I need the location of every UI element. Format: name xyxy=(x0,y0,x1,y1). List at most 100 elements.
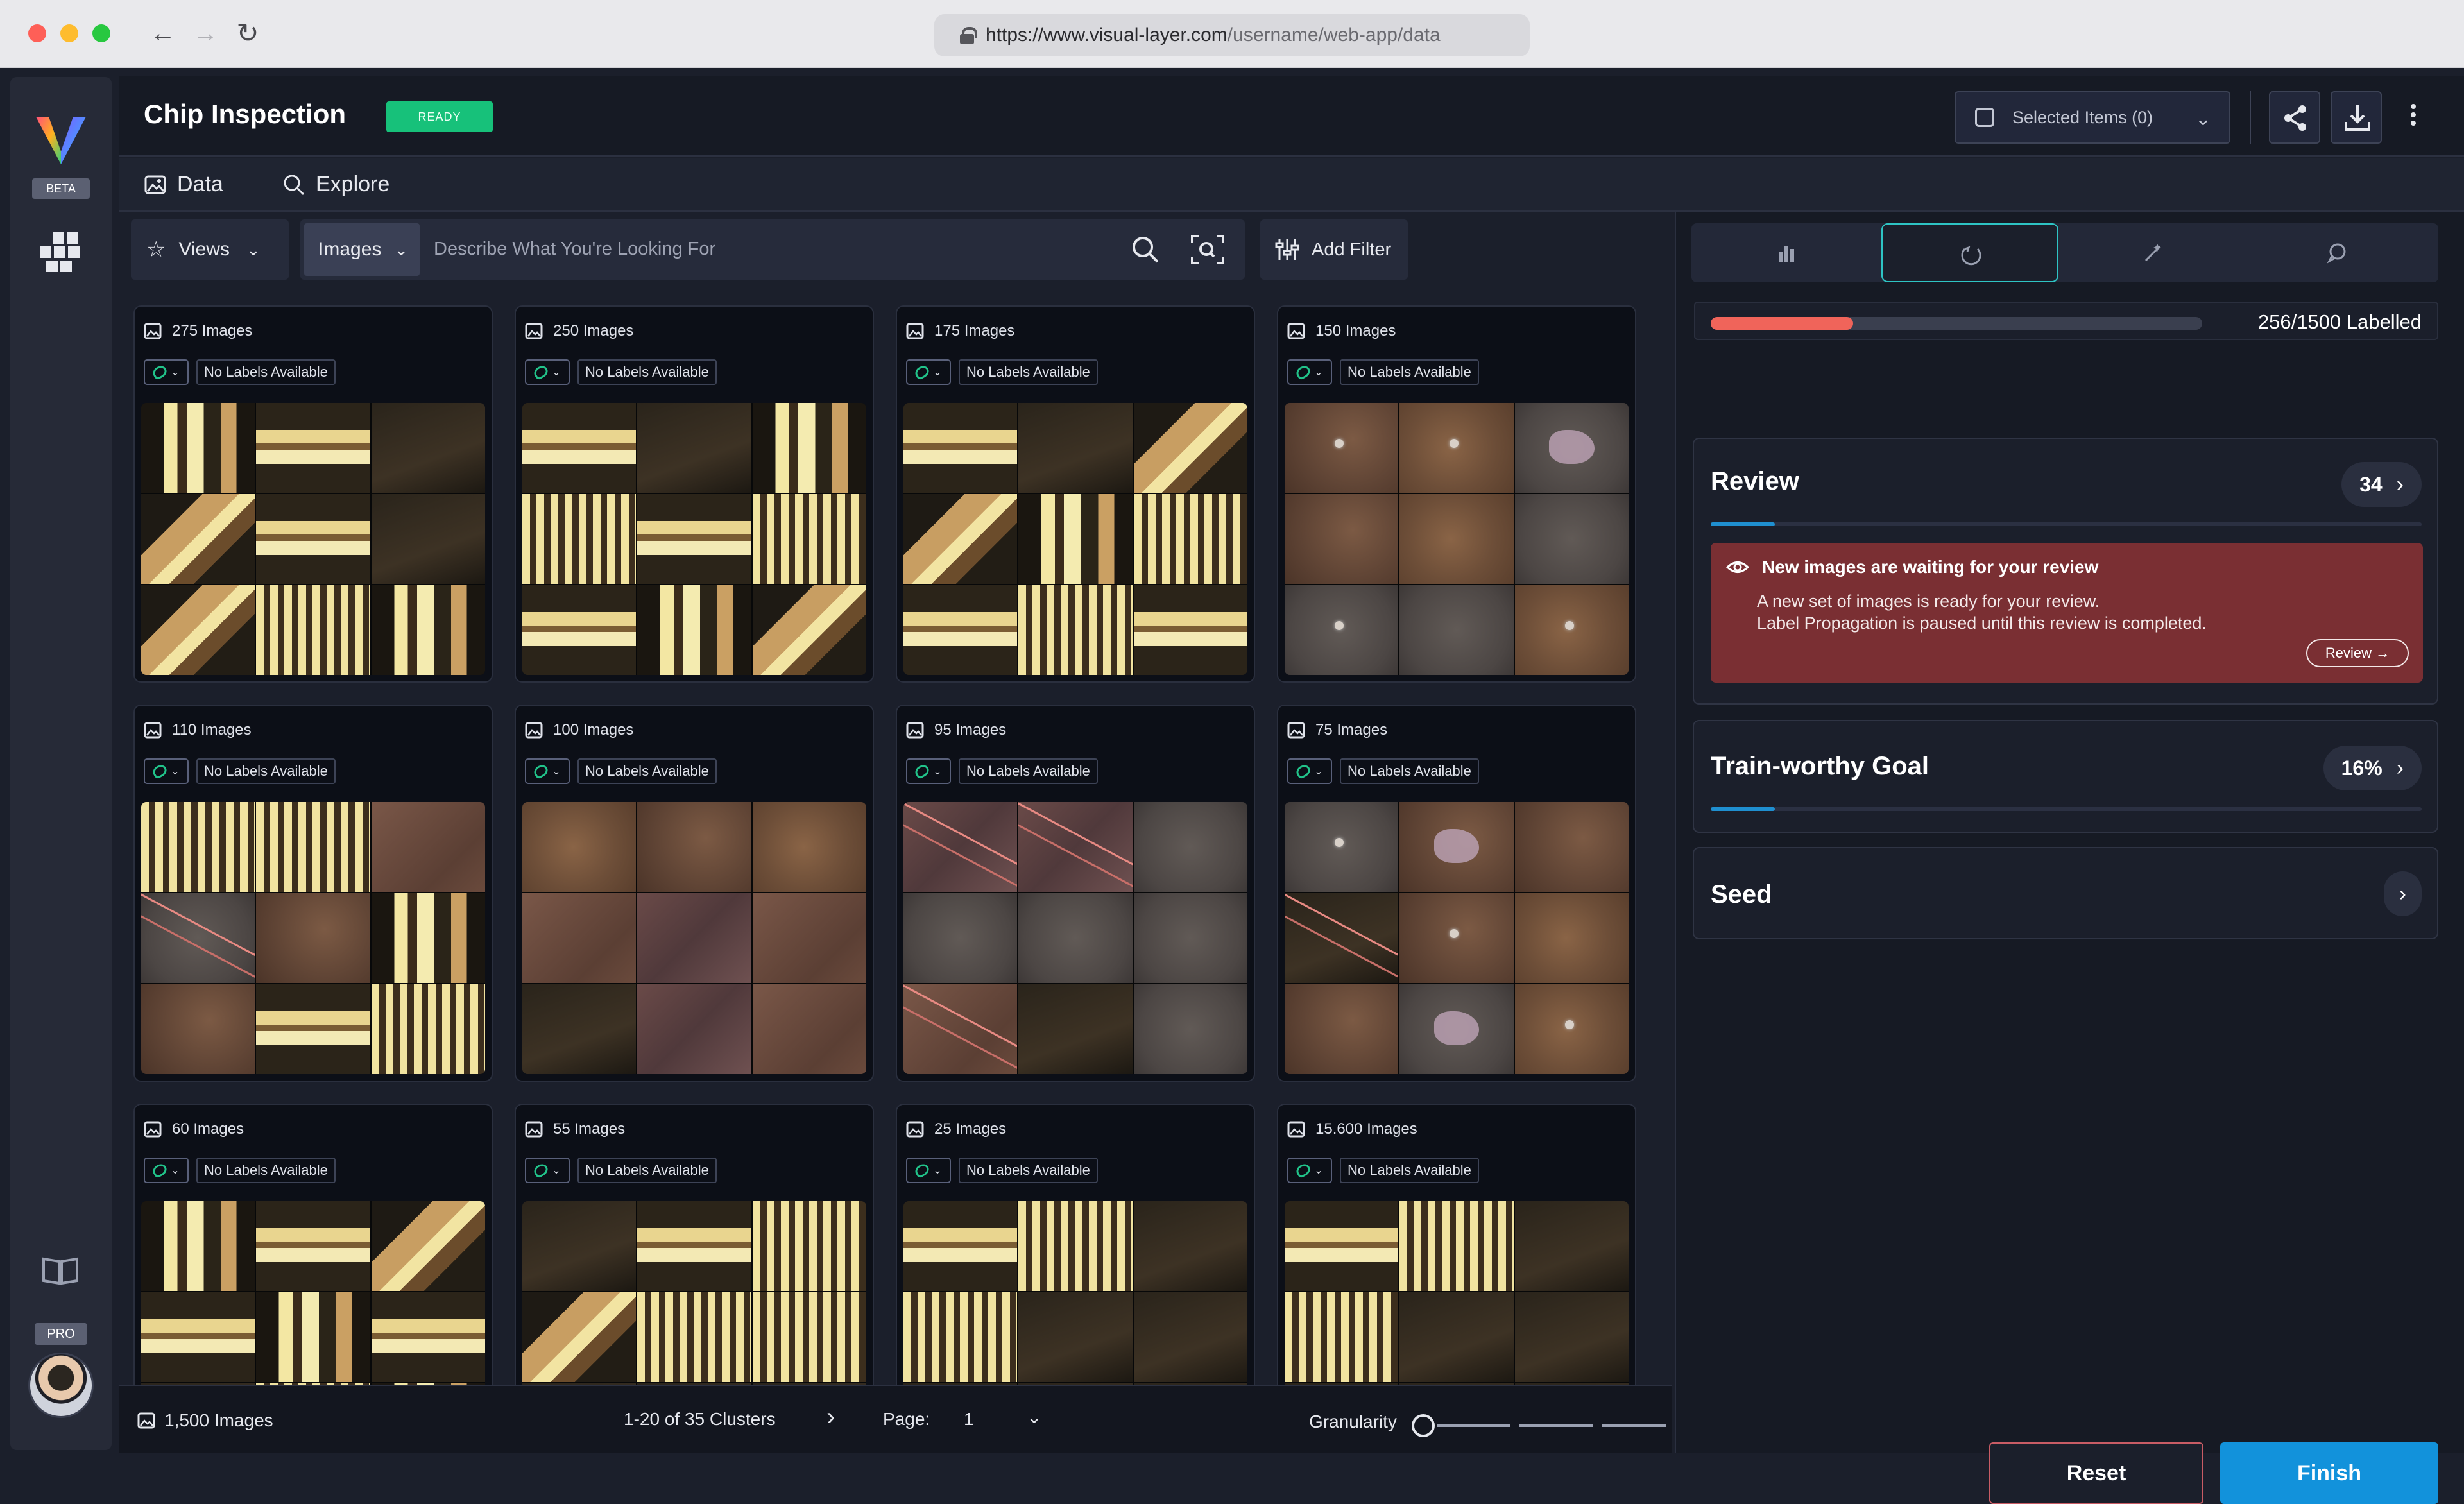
cluster-thumbnail-mosaic[interactable] xyxy=(1285,1201,1629,1385)
cluster-thumbnail-mosaic[interactable] xyxy=(903,1201,1247,1385)
finish-button[interactable]: Finish xyxy=(2220,1442,2438,1504)
image-thumbnail[interactable] xyxy=(141,585,255,675)
image-thumbnail[interactable] xyxy=(256,893,370,983)
image-thumbnail[interactable] xyxy=(1514,585,1629,675)
label-tag-dropdown[interactable]: ⌄ xyxy=(144,1158,189,1183)
image-thumbnail[interactable] xyxy=(752,494,866,584)
image-thumbnail[interactable] xyxy=(752,585,866,675)
image-thumbnail[interactable] xyxy=(141,1201,255,1291)
selected-items-dropdown[interactable]: Selected Items (0) ⌄ xyxy=(1955,91,2230,144)
image-thumbnail[interactable] xyxy=(1514,494,1629,584)
image-thumbnail[interactable] xyxy=(752,1201,866,1291)
image-thumbnail[interactable] xyxy=(1133,1201,1247,1291)
seed-section[interactable]: Seed › xyxy=(1693,847,2438,939)
image-thumbnail[interactable] xyxy=(141,802,255,892)
image-thumbnail[interactable] xyxy=(1399,984,1514,1074)
label-tag-dropdown[interactable]: ⌄ xyxy=(525,758,570,784)
label-tag-dropdown[interactable]: ⌄ xyxy=(525,359,570,385)
address-bar[interactable]: https://www.visual-layer.com/username/we… xyxy=(934,14,1530,56)
image-thumbnail[interactable] xyxy=(1514,1292,1629,1382)
cluster-card[interactable]: 100 Images ⌄ No Labels Available xyxy=(515,705,874,1082)
goal-button[interactable]: 16% › xyxy=(2323,746,2422,790)
more-options-icon[interactable] xyxy=(2404,101,2423,133)
image-thumbnail[interactable] xyxy=(522,1201,637,1291)
image-thumbnail[interactable] xyxy=(1399,403,1514,493)
label-tag-dropdown[interactable]: ⌄ xyxy=(906,1158,951,1183)
slider-knob[interactable] xyxy=(1412,1414,1435,1437)
forward-arrow-icon[interactable]: → xyxy=(189,17,222,50)
image-thumbnail[interactable] xyxy=(1285,984,1399,1074)
label-tag-dropdown[interactable]: ⌄ xyxy=(1287,758,1332,784)
image-thumbnail[interactable] xyxy=(371,403,485,493)
image-thumbnail[interactable] xyxy=(1018,585,1133,675)
image-thumbnail[interactable] xyxy=(141,893,255,983)
image-thumbnail[interactable] xyxy=(141,1292,255,1382)
image-thumbnail[interactable] xyxy=(637,585,751,675)
image-thumbnail[interactable] xyxy=(371,585,485,675)
image-thumbnail[interactable] xyxy=(141,403,255,493)
image-thumbnail[interactable] xyxy=(1285,494,1399,584)
share-button[interactable] xyxy=(2269,91,2320,144)
cluster-thumbnail-mosaic[interactable] xyxy=(141,1201,485,1385)
review-button[interactable]: Review → xyxy=(2306,639,2409,667)
image-thumbnail[interactable] xyxy=(903,403,1018,493)
image-thumbnail[interactable] xyxy=(1514,802,1629,892)
image-thumbnail[interactable] xyxy=(752,893,866,983)
close-window-button[interactable] xyxy=(28,24,46,42)
image-thumbnail[interactable] xyxy=(1133,984,1247,1074)
reset-button[interactable]: Reset xyxy=(1989,1442,2203,1504)
image-thumbnail[interactable] xyxy=(256,1201,370,1291)
image-thumbnail[interactable] xyxy=(637,984,751,1074)
cluster-thumbnail-mosaic[interactable] xyxy=(903,802,1247,1074)
label-tag-dropdown[interactable]: ⌄ xyxy=(906,359,951,385)
image-thumbnail[interactable] xyxy=(371,893,485,983)
tab-stats[interactable] xyxy=(1698,223,1875,282)
add-filter-button[interactable]: Add Filter xyxy=(1260,219,1408,280)
label-tag-dropdown[interactable]: ⌄ xyxy=(144,758,189,784)
image-thumbnail[interactable] xyxy=(903,1201,1018,1291)
image-thumbnail[interactable] xyxy=(1514,403,1629,493)
image-thumbnail[interactable] xyxy=(256,403,370,493)
label-tag-dropdown[interactable]: ⌄ xyxy=(525,1158,570,1183)
image-thumbnail[interactable] xyxy=(141,494,255,584)
image-thumbnail[interactable] xyxy=(1285,403,1399,493)
label-tag-dropdown[interactable]: ⌄ xyxy=(144,359,189,385)
label-tag-dropdown[interactable]: ⌄ xyxy=(1287,1158,1332,1183)
image-thumbnail[interactable] xyxy=(1399,1201,1514,1291)
image-thumbnail[interactable] xyxy=(1399,494,1514,584)
image-thumbnail[interactable] xyxy=(371,984,485,1074)
image-thumbnail[interactable] xyxy=(903,585,1018,675)
image-thumbnail[interactable] xyxy=(637,802,751,892)
image-thumbnail[interactable] xyxy=(1399,1292,1514,1382)
image-thumbnail[interactable] xyxy=(371,1201,485,1291)
image-thumbnail[interactable] xyxy=(637,403,751,493)
image-thumbnail[interactable] xyxy=(752,403,866,493)
cluster-thumbnail-mosaic[interactable] xyxy=(522,1201,866,1385)
image-thumbnail[interactable] xyxy=(256,984,370,1074)
image-thumbnail[interactable] xyxy=(637,494,751,584)
review-count-button[interactable]: 34 › xyxy=(2341,462,2422,507)
image-thumbnail[interactable] xyxy=(752,984,866,1074)
back-arrow-icon[interactable]: ← xyxy=(146,17,180,50)
image-thumbnail[interactable] xyxy=(1399,585,1514,675)
image-thumbnail[interactable] xyxy=(522,585,637,675)
image-thumbnail[interactable] xyxy=(903,802,1018,892)
image-thumbnail[interactable] xyxy=(1514,1201,1629,1291)
cluster-card[interactable]: 95 Images ⌄ No Labels Available xyxy=(896,705,1255,1082)
image-thumbnail[interactable] xyxy=(1399,802,1514,892)
image-thumbnail[interactable] xyxy=(637,1201,751,1291)
image-thumbnail[interactable] xyxy=(1399,893,1514,983)
image-thumbnail[interactable] xyxy=(256,585,370,675)
seed-button[interactable]: › xyxy=(2383,871,2422,916)
page-select[interactable]: 1 xyxy=(964,1409,974,1430)
image-thumbnail[interactable] xyxy=(371,494,485,584)
datasets-icon[interactable] xyxy=(38,231,83,276)
image-thumbnail[interactable] xyxy=(1133,1292,1247,1382)
cluster-card[interactable]: 250 Images ⌄ No Labels Available xyxy=(515,305,874,683)
image-thumbnail[interactable] xyxy=(256,1292,370,1382)
cluster-thumbnail-mosaic[interactable] xyxy=(522,802,866,1074)
image-thumbnail[interactable] xyxy=(1285,893,1399,983)
image-thumbnail[interactable] xyxy=(1018,494,1133,584)
granularity-slider[interactable] xyxy=(1412,1414,1666,1437)
cluster-thumbnail-mosaic[interactable] xyxy=(1285,403,1629,675)
